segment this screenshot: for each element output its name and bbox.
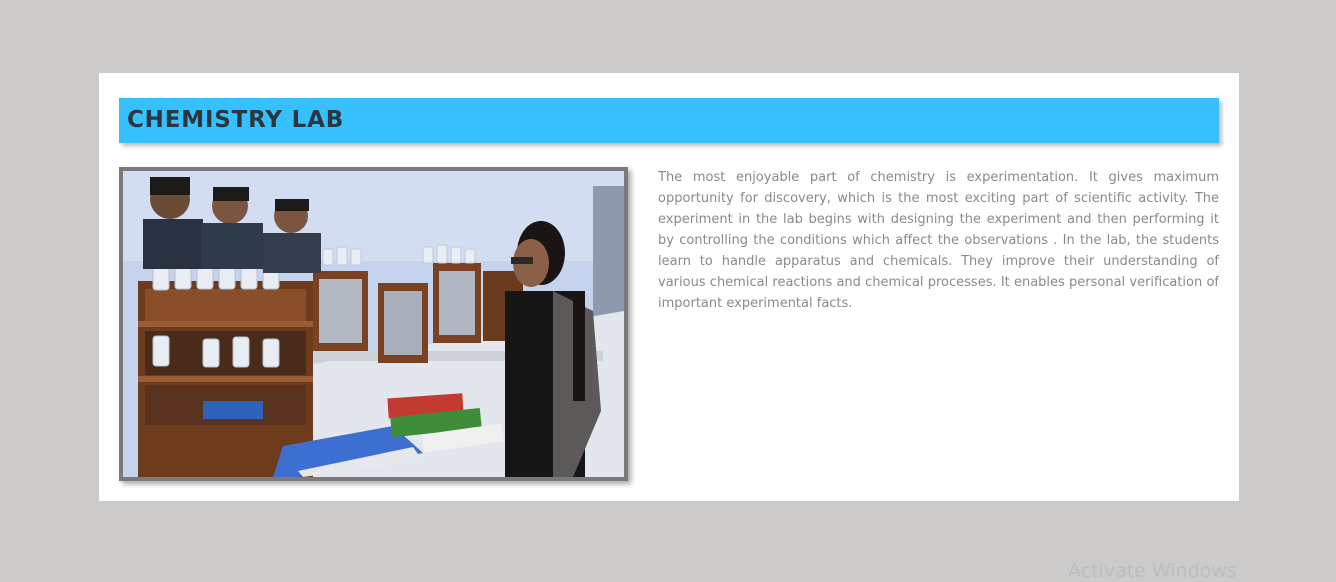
os-activation-watermark: Activate Windows <box>1068 560 1237 582</box>
content-card: CHEMISTRY LAB The most enjoyable part of… <box>99 73 1239 501</box>
lab-photo-illustration <box>123 171 624 477</box>
lab-photo <box>119 167 628 481</box>
section-description: The most enjoyable part of chemistry is … <box>658 170 1219 311</box>
section-header: CHEMISTRY LAB <box>119 98 1219 143</box>
section-title: CHEMISTRY LAB <box>127 107 345 133</box>
